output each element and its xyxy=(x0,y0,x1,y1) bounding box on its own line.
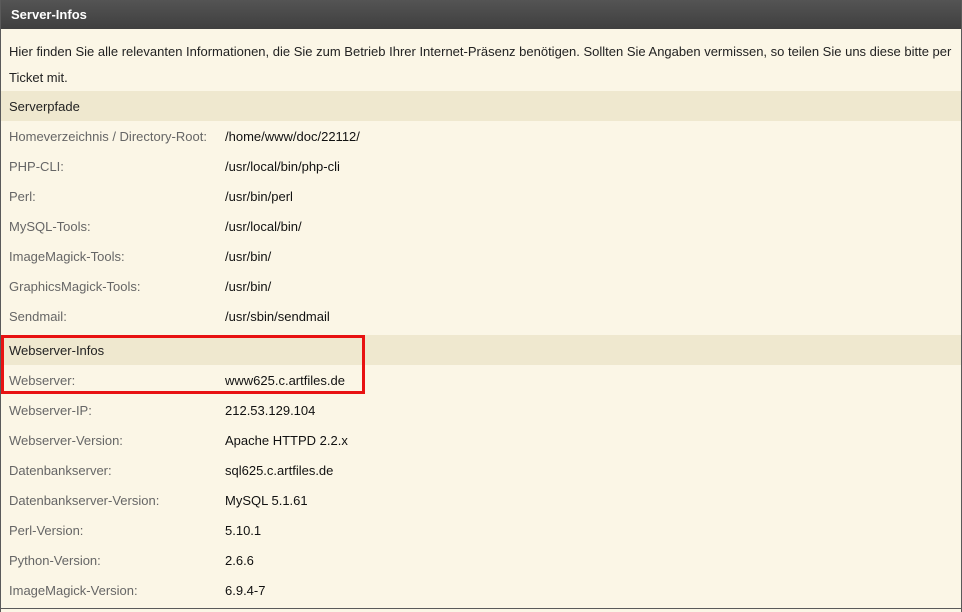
row-value: MySQL 5.1.61 xyxy=(225,493,308,508)
panel-bottom-border xyxy=(1,608,961,609)
row-label: PHP-CLI: xyxy=(9,159,64,174)
row-value: /usr/bin/ xyxy=(225,249,272,264)
row-label: Perl: xyxy=(9,189,36,204)
table-row: ImageMagick-Version: 6.9.4-7 xyxy=(1,575,961,605)
section-heading-webserver: Webserver-Infos xyxy=(1,335,961,365)
panel-title: Server-Infos xyxy=(1,0,961,29)
row-value: /usr/sbin/sendmail xyxy=(225,309,330,324)
row-value: 212.53.129.104 xyxy=(225,403,316,418)
row-label: Homeverzeichnis / Directory-Root: xyxy=(9,129,207,144)
row-value: Apache HTTPD 2.2.x xyxy=(225,433,348,448)
row-value: www625.c.artfiles.de xyxy=(225,373,345,388)
row-value: 6.9.4-7 xyxy=(225,583,266,598)
table-row: Webserver-IP: 212.53.129.104 xyxy=(1,395,961,425)
row-label: Python-Version: xyxy=(9,553,101,568)
table-row: Python-Version: 2.6.6 xyxy=(1,545,961,575)
table-row: Datenbankserver: sql625.c.artfiles.de xyxy=(1,455,961,485)
row-value: 2.6.6 xyxy=(225,553,254,568)
row-value: /usr/local/bin/php-cli xyxy=(225,159,340,174)
row-label: Webserver: xyxy=(9,373,76,388)
row-label: ImageMagick-Tools: xyxy=(9,249,125,264)
row-label: MySQL-Tools: xyxy=(9,219,91,234)
table-row: Webserver-Version: Apache HTTPD 2.2.x xyxy=(1,425,961,455)
row-label: GraphicsMagick-Tools: xyxy=(9,279,141,294)
row-value: /usr/bin/ xyxy=(225,279,272,294)
table-row: Datenbankserver-Version: MySQL 5.1.61 xyxy=(1,485,961,515)
table-row: GraphicsMagick-Tools: /usr/bin/ xyxy=(1,271,961,301)
row-value: /usr/bin/perl xyxy=(225,189,293,204)
row-value: /home/www/doc/22112/ xyxy=(225,129,360,144)
intro-text: Hier finden Sie alle relevanten Informat… xyxy=(9,44,952,85)
row-label: Sendmail: xyxy=(9,309,67,324)
table-row: MySQL-Tools: /usr/local/bin/ xyxy=(1,211,961,241)
table-row: PHP-CLI: /usr/local/bin/php-cli xyxy=(1,151,961,181)
table-row: Webserver: www625.c.artfiles.de xyxy=(1,365,961,395)
row-value: 5.10.1 xyxy=(225,523,262,538)
row-value: sql625.c.artfiles.de xyxy=(225,463,334,478)
row-label: ImageMagick-Version: xyxy=(9,583,138,598)
row-label: Webserver-Version: xyxy=(9,433,123,448)
section-heading-serverpfade: Serverpfade xyxy=(1,91,961,121)
table-row: Perl-Version: 5.10.1 xyxy=(1,515,961,545)
row-label: Webserver-IP: xyxy=(9,403,92,418)
row-value: /usr/local/bin/ xyxy=(225,219,302,234)
server-infos-panel: Server-Infos Hier finden Sie alle releva… xyxy=(0,0,962,612)
row-label: Datenbankserver: xyxy=(9,463,112,478)
row-label: Perl-Version: xyxy=(9,523,84,538)
table-row: Sendmail: /usr/sbin/sendmail xyxy=(1,301,961,331)
table-row: Homeverzeichnis / Directory-Root: /home/… xyxy=(1,121,961,151)
table-row: Perl: /usr/bin/perl xyxy=(1,181,961,211)
row-label: Datenbankserver-Version: xyxy=(9,493,160,508)
table-row: ImageMagick-Tools: /usr/bin/ xyxy=(1,241,961,271)
